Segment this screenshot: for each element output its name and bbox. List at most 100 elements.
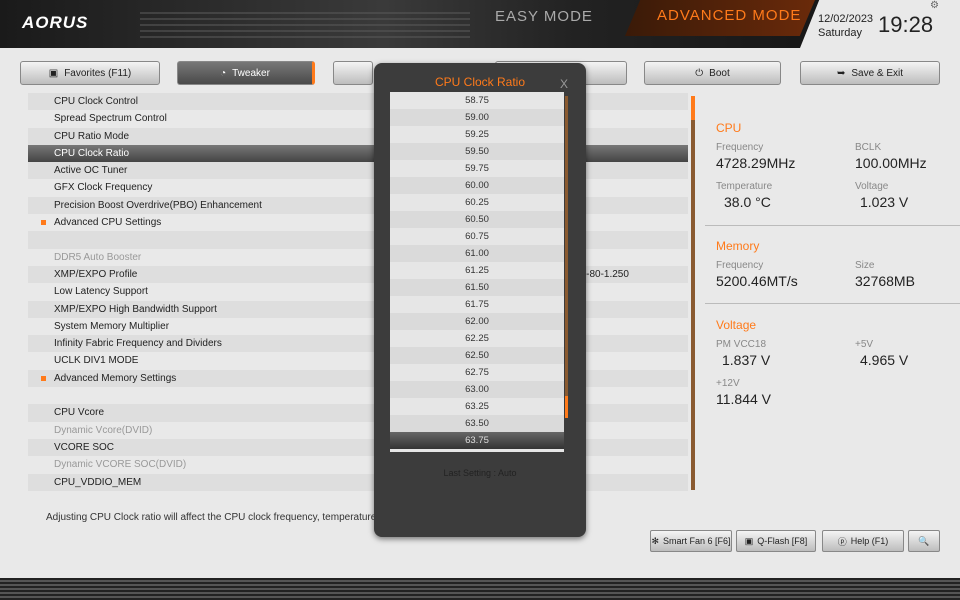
q-flash-f8-button[interactable]: ▣ Q-Flash [F8]	[736, 530, 816, 552]
ratio-option[interactable]: 60.50	[390, 211, 564, 228]
settings-scrollbar[interactable]	[691, 96, 695, 490]
pm-vcc18-label: PM VCC18	[716, 339, 767, 350]
gauge-icon: ◔	[220, 67, 227, 79]
divider	[705, 303, 960, 304]
bclk-label: BCLK	[855, 142, 882, 153]
mem-frequency: 5200.46MT/s	[716, 273, 798, 289]
ratio-option[interactable]: 63.00	[390, 381, 564, 398]
exit-icon: ➥	[836, 67, 846, 79]
ratio-option[interactable]: 60.00	[390, 177, 564, 194]
setting-label: XMP/EXPO High Bandwidth Support	[54, 303, 217, 315]
setting-row[interactable]: Infinity Fabric Frequency and Dividers	[28, 335, 688, 353]
divider	[705, 225, 960, 226]
setting-label: Advanced Memory Settings	[54, 372, 177, 384]
ratio-option[interactable]: 61.25	[390, 262, 564, 279]
setting-row[interactable]: XMP/EXPO High Bandwidth Support	[28, 300, 688, 318]
tab-favorites-f11-[interactable]: ▣ Favorites (F11)	[20, 61, 160, 85]
setting-row[interactable]: CPU_VDDIO_MEM	[28, 473, 688, 491]
easy-mode-button[interactable]: EASY MODE	[495, 8, 593, 25]
tab-save-exit[interactable]: ➥ Save & Exit	[800, 61, 940, 85]
cpu-frequency-label: Frequency	[716, 142, 764, 153]
ratio-option[interactable]: 61.00	[390, 245, 564, 262]
setting-row	[28, 231, 688, 249]
setting-label: CPU Ratio Mode	[54, 130, 130, 142]
power-icon: ⏻	[695, 67, 704, 79]
ratio-option[interactable]: 62.75	[390, 364, 564, 381]
setting-row[interactable]: CPU Ratio Mode	[28, 127, 688, 145]
voltage-heading: Voltage	[716, 318, 757, 332]
ratio-option[interactable]: 59.00	[390, 109, 564, 126]
cpu-frequency: 4728.29MHz	[716, 155, 796, 171]
cpu-temp: 38.0 °C	[724, 194, 771, 210]
ratio-option[interactable]: 60.25	[390, 194, 564, 211]
setting-label: XMP/EXPO Profile	[54, 268, 138, 280]
setting-row[interactable]: Advanced CPU Settings	[28, 214, 688, 231]
help-f1-button[interactable]: ⓟ Help (F1)	[822, 530, 904, 552]
ratio-option[interactable]: 59.25	[390, 126, 564, 143]
cpu-voltage-label: Voltage	[855, 181, 889, 192]
setting-row[interactable]: GFX Clock Frequency	[28, 179, 688, 196]
setting-row[interactable]: Dynamic Vcore(DVID)	[28, 422, 688, 439]
tab-boot[interactable]: ⏻ Boot	[644, 61, 781, 85]
favorites-icon: ▣	[48, 67, 59, 79]
ratio-options-list: 58.75 59.00 59.25 59.50 59.75 60.00 60.25 60.50…	[390, 92, 564, 452]
ratio-option[interactable]: 60.75	[390, 228, 564, 245]
smart-fan-6-f6-button[interactable]: ✻ Smart Fan 6 [F6]	[650, 530, 732, 552]
tab-tweaker[interactable]: ◔ Tweaker	[177, 61, 315, 85]
setting-label: Dynamic Vcore(DVID)	[54, 424, 153, 436]
mem-frequency-label: Frequency	[716, 260, 764, 271]
bottom-decoration	[0, 578, 960, 600]
tab-hidden[interactable]	[333, 61, 373, 85]
ratio-option[interactable]: 59.50	[390, 143, 564, 160]
setting-label: GFX Clock Frequency	[54, 182, 153, 194]
setting-row[interactable]: CPU Clock Control	[28, 93, 688, 111]
v12-label: +12V	[716, 378, 740, 389]
setting-row[interactable]: UCLK DIV1 MODE	[28, 352, 688, 369]
setting-label: Infinity Fabric Frequency and Dividers	[54, 338, 222, 350]
ratio-option[interactable]: 63.75	[390, 432, 564, 449]
setting-label: Spread Spectrum Control	[54, 113, 167, 125]
v5-label: +5V	[855, 339, 874, 350]
setting-row[interactable]: Dynamic VCORE SOC(DVID)	[28, 456, 688, 473]
ratio-option[interactable]: 63.50	[390, 415, 564, 432]
ratio-option[interactable]: 62.25	[390, 330, 564, 347]
setting-row[interactable]: VCORE SOC	[28, 438, 688, 457]
setting-row[interactable]: Active OC Tuner	[28, 162, 688, 180]
setting-row[interactable]: Low Latency Support	[28, 283, 688, 300]
ratio-option[interactable]: 59.75	[390, 160, 564, 177]
settings-gear-icon[interactable]: ⚙	[930, 0, 939, 11]
search-icon: 🔍	[918, 535, 930, 546]
help-hint: Adjusting CPU Clock ratio will affect th…	[46, 512, 385, 523]
setting-row[interactable]: System Memory Multiplier	[28, 318, 688, 335]
setting-row[interactable]: Spread Spectrum Control	[28, 110, 688, 127]
dialog-scrollbar[interactable]	[565, 96, 568, 418]
cpu-heading: CPU	[716, 121, 742, 135]
close-icon[interactable]: X	[560, 77, 568, 91]
ratio-option[interactable]: 61.75	[390, 296, 564, 313]
fan-icon: ✻	[651, 535, 659, 546]
search-button[interactable]: 🔍	[908, 530, 940, 552]
setting-row[interactable]: DDR5 Auto Booster	[28, 249, 688, 266]
cpu-voltage: 1.023 V	[860, 194, 909, 210]
setting-label: Precision Boost Overdrive(PBO) Enhanceme…	[54, 199, 262, 211]
setting-label: Advanced CPU Settings	[54, 217, 162, 229]
ratio-option[interactable]: 61.50	[390, 279, 564, 296]
setting-row[interactable]: CPU Vcore	[28, 404, 688, 422]
ratio-option[interactable]: 63.25	[390, 398, 564, 415]
cpu-clock-ratio-dialog: CPU Clock Ratio X 58.75 59.00 59.25 59.50 59…	[374, 63, 586, 537]
memory-heading: Memory	[716, 239, 760, 253]
setting-row[interactable]: Advanced Memory Settings	[28, 369, 688, 388]
setting-label: DDR5 Auto Booster	[54, 251, 142, 263]
ratio-option[interactable]: 58.75	[390, 92, 564, 109]
setting-row[interactable]: XMP/EXPO Profile 40-80-1.250	[28, 265, 688, 284]
setting-label: CPU Clock Control	[54, 96, 138, 107]
dialog-title: CPU Clock Ratio	[434, 75, 526, 89]
setting-row[interactable]: Precision Boost Overdrive(PBO) Enhanceme…	[28, 196, 688, 215]
mem-size: 32768MB	[855, 273, 915, 289]
setting-row[interactable]: CPU Clock Ratio	[28, 144, 688, 163]
advanced-mode-button[interactable]: ADVANCED MODE	[625, 0, 815, 36]
tab-label: Save & Exit	[851, 67, 904, 79]
mem-size-label: Size	[855, 260, 875, 271]
ratio-option[interactable]: 62.50	[390, 347, 564, 364]
ratio-option[interactable]: 62.00	[390, 313, 564, 330]
